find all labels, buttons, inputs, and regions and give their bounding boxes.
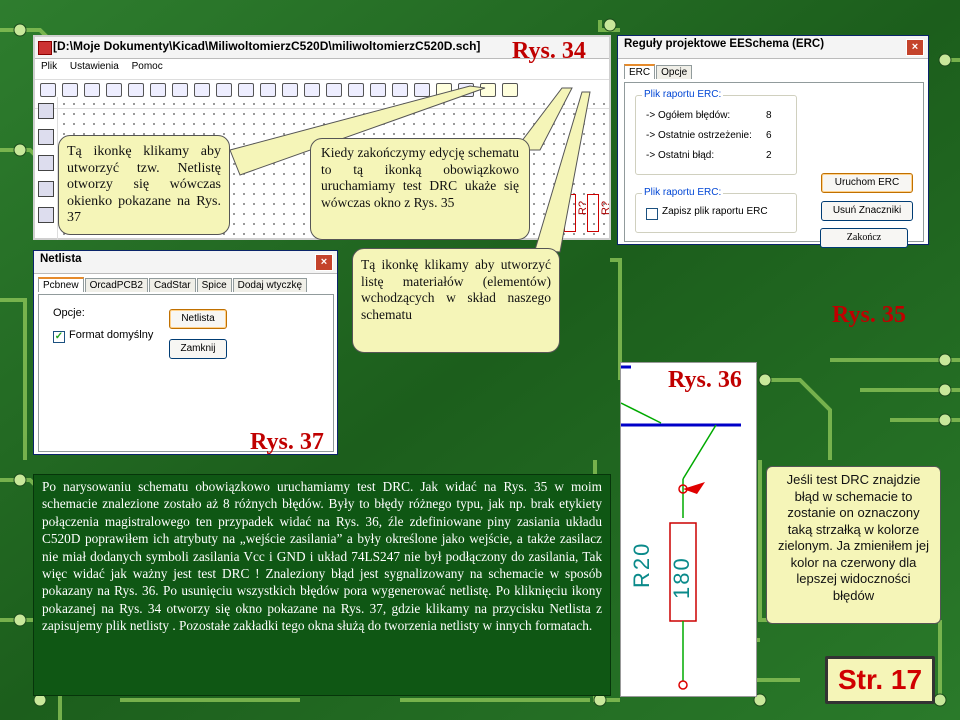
default-format-label: Format domyślny: [69, 329, 154, 341]
netlist-icon[interactable]: [436, 83, 452, 97]
library-browser-icon[interactable]: [150, 83, 166, 97]
main-description: Po narysowaniu schematu obowiązkowo uruc…: [33, 474, 611, 696]
tab-pcbnew[interactable]: Pcbnew: [38, 277, 84, 292]
annotate-icon[interactable]: [458, 83, 474, 97]
menu-settings[interactable]: Ustawienia: [70, 61, 119, 72]
netlist-callout-text: Tą ikonkę klikamy aby utworzyć tzw. Netl…: [67, 144, 221, 225]
figure-label-rys36: Rys. 36: [668, 367, 742, 393]
component-ref: R?: [577, 200, 590, 216]
netlist-close-button[interactable]: Zamknij: [169, 339, 227, 359]
find-icon[interactable]: [414, 83, 430, 97]
erc-warnings-value: 6: [766, 130, 772, 141]
erc-tabs: ERC Opcje: [624, 64, 693, 79]
erc-tab-panel: Plik raportu ERC: -> Ogółem błędów: 8 ->…: [624, 82, 924, 242]
figure-label-rys34: Rys. 34: [512, 38, 586, 64]
netlist-tabs: Pcbnew OrcadPCB2 CadStar Spice Dodaj wtyczkę: [38, 277, 308, 292]
menu-file[interactable]: Plik: [41, 61, 57, 72]
drc-hint-callout: Jeśli test DRC znajdzie błąd w schemacie…: [766, 466, 941, 624]
main-description-text: Po narysowaniu schematu obowiązkowo uruc…: [42, 479, 602, 634]
bom-icon[interactable]: [502, 83, 518, 97]
figure-label-rys37: Rys. 37: [250, 429, 324, 455]
figure-label-rys35: Rys. 35: [832, 302, 906, 328]
drc-hint-text: Jeśli test DRC znajdzie błąd w schemacie…: [778, 472, 929, 603]
cursor-icon[interactable]: [38, 155, 54, 171]
grid-icon[interactable]: [38, 103, 54, 119]
zoom-fit-icon[interactable]: [392, 83, 408, 97]
kicad-app-icon: [38, 41, 52, 55]
erc-close-icon[interactable]: ×: [906, 39, 924, 56]
component-ref: R?: [552, 200, 565, 216]
erc-last-error-value: 2: [766, 150, 772, 161]
netlist-title: Netlista: [40, 253, 82, 265]
units-icon[interactable]: [38, 129, 54, 145]
default-format-checkbox[interactable]: ✓: [53, 331, 65, 343]
copy-icon[interactable]: [216, 83, 232, 97]
tab-orcadpcb2[interactable]: OrcadPCB2: [84, 278, 148, 292]
bom-callout-text: Tą ikonkę klikamy aby utworzyć listę mat…: [361, 257, 551, 322]
component-ref: R?: [600, 200, 613, 216]
zoom-in-icon[interactable]: [326, 83, 342, 97]
resistor-ref: R20: [629, 541, 654, 588]
erc-last-error-label: -> Ostatni błąd:: [646, 150, 715, 161]
erc-warnings-label: -> Ostatnie ostrzeżenie:: [646, 130, 752, 141]
schematic-fragment-art: [620, 365, 741, 690]
erc-report-group-title: Plik raportu ERC:: [642, 89, 724, 100]
netlist-dialog: Netlista × Pcbnew OrcadPCB2 CadStar Spice Do…: [33, 250, 338, 455]
page-number-box: Str. 17: [825, 656, 935, 704]
menu-help[interactable]: Pomoc: [132, 61, 163, 72]
erc-file-group-title: Plik raportu ERC:: [642, 187, 724, 198]
bom-callout: Tą ikonkę klikamy aby utworzyć listę mat…: [352, 248, 560, 353]
sheet-icon[interactable]: [106, 83, 122, 97]
erc-total-label: -> Ogółem błędów:: [646, 110, 731, 121]
run-erc-button[interactable]: Uruchom ERC: [821, 173, 913, 193]
save-report-label: Zapisz plik raportu ERC: [662, 206, 768, 217]
erc-file-group: Plik raportu ERC: Zapisz plik raportu ER…: [635, 187, 797, 233]
cut-icon[interactable]: [194, 83, 210, 97]
tab-cadstar[interactable]: CadStar: [148, 278, 196, 292]
wire-angle-icon[interactable]: [38, 207, 54, 223]
erc-title: Reguły projektowe EESchema (ERC): [624, 38, 825, 50]
save-icon[interactable]: [84, 83, 100, 97]
netlist-button[interactable]: Netlista: [169, 309, 227, 329]
erc-finish-button[interactable]: Zakończ: [820, 228, 908, 248]
clear-markers-button[interactable]: Usuń Znaczniki: [821, 201, 913, 221]
zoom-out-icon[interactable]: [348, 83, 364, 97]
resistor-value: 180: [669, 556, 694, 599]
tab-options[interactable]: Opcje: [656, 65, 693, 79]
hierarchy-icon[interactable]: [172, 83, 188, 97]
tab-add-plugin[interactable]: Dodaj wtyczkę: [232, 278, 308, 292]
erc-title-bar: Reguły projektowe EESchema (ERC): [618, 36, 928, 59]
netlist-options-label: Opcje:: [53, 307, 85, 319]
erc-icon[interactable]: [480, 83, 496, 97]
drc-callout-text: Kiedy zakończymy edycję schematu to tą i…: [321, 145, 519, 210]
schematic-fragment: R20 180: [620, 362, 757, 697]
erc-report-group: Plik raportu ERC: -> Ogółem błędów: 8 ->…: [635, 89, 797, 175]
save-report-checkbox[interactable]: [646, 208, 658, 220]
kicad-left-toolbar: [35, 97, 58, 240]
drc-callout: Kiedy zakończymy edycję schematu to tą i…: [310, 138, 530, 240]
new-icon[interactable]: [40, 83, 56, 97]
erc-dialog: Reguły projektowe EESchema (ERC) × ERC Op…: [617, 35, 929, 245]
tab-erc[interactable]: ERC: [624, 64, 656, 79]
netlist-callout: Tą ikonkę klikamy aby utworzyć tzw. Netl…: [58, 135, 230, 235]
open-icon[interactable]: [62, 83, 78, 97]
redo-icon[interactable]: [282, 83, 298, 97]
paste-icon[interactable]: [238, 83, 254, 97]
tab-spice[interactable]: Spice: [196, 278, 232, 292]
erc-total-value: 8: [766, 110, 772, 121]
kicad-title: [D:\Moje Dokumenty\Kicad\MiliwoltomierzC…: [53, 39, 481, 53]
netlist-title-bar: Netlista: [34, 251, 337, 274]
page-number: Str. 17: [837, 664, 923, 695]
netlist-close-icon[interactable]: ×: [315, 254, 333, 271]
print-icon[interactable]: [304, 83, 320, 97]
hidden-pins-icon[interactable]: [38, 181, 54, 197]
resistor-symbol: [564, 194, 576, 232]
library-icon[interactable]: [128, 83, 144, 97]
redraw-icon[interactable]: [370, 83, 386, 97]
undo-icon[interactable]: [260, 83, 276, 97]
